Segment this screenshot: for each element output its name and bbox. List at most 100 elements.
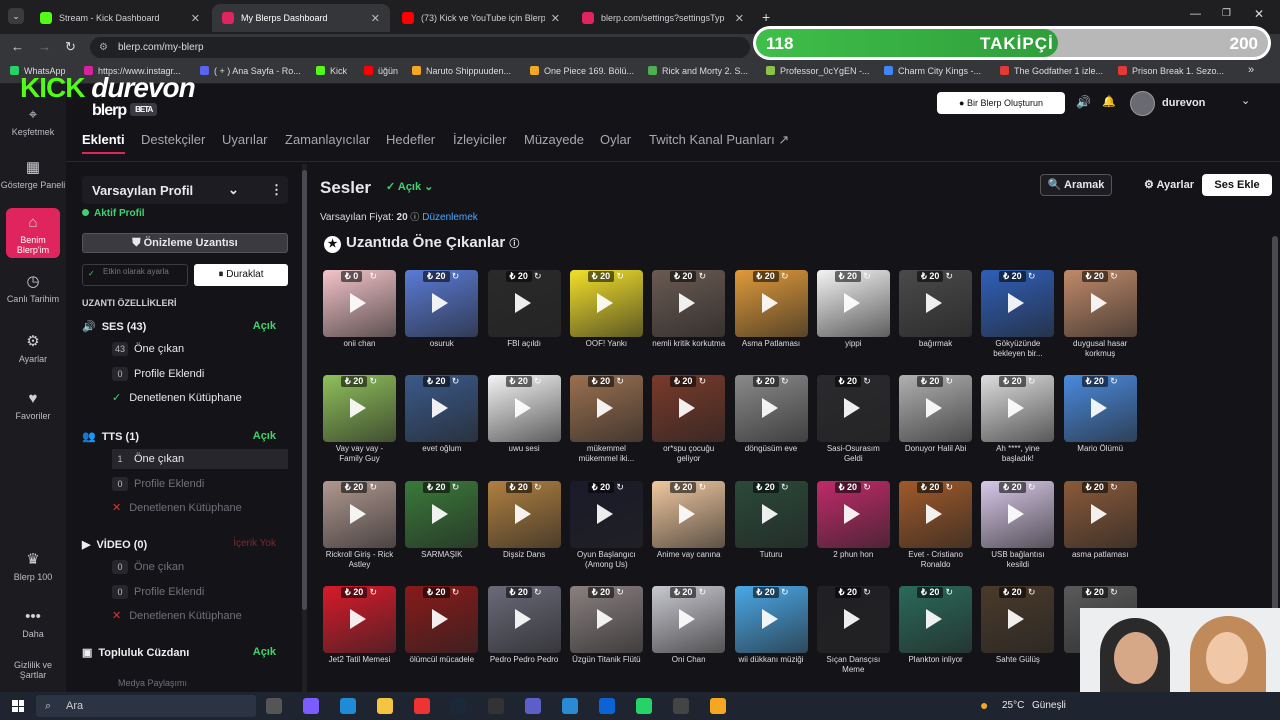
tab-2[interactable]: My Blerps Dashboard ✕	[212, 4, 390, 32]
section-header[interactable]: ▣ Topluluk Cüzdanı Açık	[82, 646, 288, 659]
section-item[interactable]: ✓ Denetlenen Kütüphane	[112, 391, 288, 404]
play-icon[interactable]	[843, 608, 860, 629]
section-item[interactable]: 1 Öne çıkan	[112, 449, 288, 469]
bookmark-item[interactable]: ( + ) Ana Sayfa - Ro...	[200, 66, 301, 76]
section-item[interactable]: 0 Öne çıkan	[112, 560, 288, 574]
section-state[interactable]: Açık	[253, 430, 276, 442]
chevron-down-icon[interactable]: ⌄	[1241, 94, 1250, 107]
panel-scrollbar[interactable]	[302, 164, 307, 692]
close-tab-icon[interactable]: ✕	[371, 12, 380, 25]
play-icon[interactable]	[926, 608, 943, 629]
bookmark-item[interactable]: The Godfather 1 izle...	[1000, 66, 1103, 76]
play-icon[interactable]	[350, 293, 366, 313]
store-icon[interactable]	[562, 698, 578, 714]
play-icon[interactable]	[432, 608, 449, 629]
back-icon[interactable]: ←	[11, 39, 24, 54]
site-info-icon[interactable]: ⚙	[99, 37, 108, 58]
close-tab-icon[interactable]: ✕	[191, 12, 200, 25]
browser-icon[interactable]	[710, 698, 726, 714]
play-icon[interactable]	[679, 503, 696, 524]
files-icon[interactable]	[377, 698, 393, 714]
play-icon[interactable]	[596, 398, 613, 419]
tab-2[interactable]: Destekçiler	[141, 132, 205, 147]
close-tab-icon[interactable]: ✕	[735, 12, 744, 25]
play-icon[interactable]	[843, 398, 860, 419]
rail-item-6[interactable]: ♥ Favoriler	[0, 390, 66, 421]
forward-icon[interactable]: →	[38, 39, 51, 54]
tab-1[interactable]: Eklenti	[82, 132, 125, 154]
section-state[interactable]: Açık	[253, 320, 276, 332]
play-icon[interactable]	[1008, 293, 1025, 313]
maximize-button[interactable]: ❐	[1222, 8, 1231, 19]
play-icon[interactable]	[761, 293, 778, 313]
play-icon[interactable]	[843, 293, 860, 313]
reload-icon[interactable]: ↻	[65, 39, 76, 55]
play-icon[interactable]	[596, 293, 613, 313]
play-icon[interactable]	[926, 503, 943, 524]
steam-icon[interactable]	[451, 698, 467, 714]
play-icon[interactable]	[432, 398, 449, 419]
section-item[interactable]: 0 Profile Eklendi	[112, 476, 288, 491]
tab-8[interactable]: Oylar	[600, 132, 631, 147]
bookmark-item[interactable]: Rick and Morty 2. S...	[648, 66, 748, 76]
play-icon[interactable]	[514, 608, 531, 629]
rail-item-9[interactable]: Gizlilik ve Şartlar	[0, 656, 66, 680]
enabled-toggle[interactable]: ✓ Etkin olarak ayarla	[82, 264, 188, 286]
play-icon[interactable]	[596, 608, 613, 629]
section-header[interactable]: 🔊 SES (43) Açık	[82, 320, 288, 333]
play-icon[interactable]	[514, 398, 531, 419]
rail-item-8[interactable]: ••• Daha	[0, 608, 66, 639]
new-tab-button[interactable]: +	[762, 9, 770, 25]
bookmark-item[interactable]: Kick	[316, 66, 347, 76]
rail-item-2[interactable]: ▦ Gösterge Paneli	[0, 158, 66, 190]
search-button[interactable]: 🔍 Aramak	[1040, 174, 1112, 196]
tab-4[interactable]: blerp.com/settings?settingsTyp ✕	[572, 4, 754, 32]
rail-item-1[interactable]: ⌖ Keşfetmek	[0, 106, 66, 137]
tab-7[interactable]: Müzayede	[524, 132, 584, 147]
play-icon[interactable]	[1090, 398, 1107, 419]
play-icon[interactable]	[679, 293, 696, 313]
tab-1[interactable]: Stream - Kick Dashboard ✕	[30, 4, 210, 32]
close-window-button[interactable]: ✕	[1254, 7, 1264, 21]
play-icon[interactable]	[1090, 503, 1107, 524]
epic-icon[interactable]	[488, 698, 504, 714]
task-view-icon[interactable]	[266, 698, 282, 714]
bell-icon[interactable]: 🔔	[1102, 95, 1116, 108]
rail-item-7[interactable]: ♛ Blerp 100	[0, 550, 66, 582]
bookmark-item[interactable]: Professor_0cYgEN -...	[766, 66, 870, 76]
add-sound-button[interactable]: Ses Ekle	[1202, 174, 1272, 196]
bookmarks-more-icon[interactable]: »	[1248, 64, 1254, 76]
tab-3[interactable]: Uyarılar	[222, 132, 268, 147]
play-icon[interactable]	[761, 503, 778, 524]
settings-button[interactable]: ⚙ Ayarlar	[1126, 174, 1212, 196]
windows-start-icon[interactable]	[12, 700, 24, 712]
play-icon[interactable]	[1008, 398, 1025, 419]
play-icon[interactable]	[432, 293, 449, 313]
play-icon[interactable]	[1008, 503, 1025, 524]
section-item[interactable]: 0 Profile Eklendi	[112, 584, 288, 599]
tab-3[interactable]: (73) Kick ve YouTube için Blerp ✕	[392, 4, 570, 32]
section-item[interactable]: ✕ Denetlenen Kütüphane	[112, 609, 288, 622]
play-icon[interactable]	[926, 398, 943, 419]
whatsapp-icon[interactable]	[636, 698, 652, 714]
outlook-icon[interactable]	[599, 698, 615, 714]
pause-button[interactable]: ⏸ Duraklat	[194, 264, 288, 286]
url-field[interactable]: ⚙ blerp.com/my-blerp	[90, 37, 750, 58]
tab-list-icon[interactable]: ⌄	[8, 8, 24, 24]
play-icon[interactable]	[843, 503, 860, 524]
section-item[interactable]: 43 Öne çıkan	[112, 342, 288, 356]
teams-icon[interactable]	[525, 698, 541, 714]
copilot-icon[interactable]	[303, 698, 319, 714]
play-icon[interactable]	[1090, 293, 1107, 313]
play-icon[interactable]	[350, 503, 366, 524]
create-blerp-button[interactable]: ● Bir Blerp Oluşturun	[937, 92, 1065, 114]
user-name[interactable]: durevon	[1162, 97, 1205, 109]
section-state[interactable]: Açık	[253, 646, 276, 658]
bookmark-item[interactable]: Prison Break 1. Sezo...	[1118, 66, 1224, 76]
play-icon[interactable]	[514, 503, 531, 524]
edge-icon[interactable]	[340, 698, 356, 714]
tab-5[interactable]: Hedefler	[386, 132, 435, 147]
section-header[interactable]: 👥 TTS (1) Açık	[82, 430, 288, 443]
play-icon[interactable]	[761, 608, 778, 629]
chrome-icon[interactable]	[414, 698, 430, 714]
